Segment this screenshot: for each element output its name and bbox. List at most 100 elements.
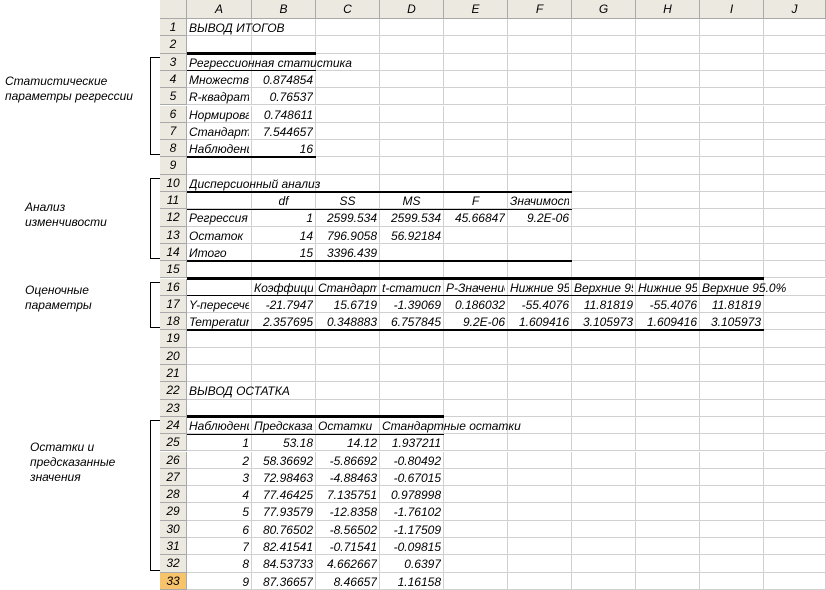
cell-I12[interactable] (700, 209, 764, 227)
cell-E23[interactable] (444, 399, 508, 417)
cell-C15[interactable] (316, 261, 380, 279)
cell-A19[interactable] (187, 330, 252, 348)
cell-D16[interactable] (380, 278, 444, 296)
cell-G32[interactable] (572, 555, 636, 573)
cell-D15[interactable] (380, 261, 444, 279)
cell-C26[interactable] (316, 451, 380, 469)
cell-C20[interactable] (316, 347, 380, 365)
cell-B32[interactable] (252, 555, 316, 573)
row-header-16[interactable]: 16 (160, 278, 187, 296)
cell-G16[interactable] (572, 278, 636, 296)
cell-H5[interactable] (636, 88, 700, 106)
cell-H7[interactable] (636, 122, 700, 141)
cell-A6[interactable] (187, 105, 252, 123)
cell-G20[interactable] (572, 347, 636, 365)
cell-E31[interactable] (444, 538, 508, 556)
cell-I24[interactable] (700, 416, 764, 435)
spreadsheet-grid[interactable]: A B C D E F G H I J 1 ВЫВОД ИТОГОВ 2 3 Регрессионная с… (0, 0, 826, 590)
cell-D25[interactable] (380, 434, 444, 452)
cell-F8[interactable] (508, 140, 572, 158)
cell-A18[interactable] (187, 313, 252, 331)
cell-E4[interactable] (444, 70, 508, 89)
cell-B30[interactable] (252, 520, 316, 538)
cell-B18[interactable] (252, 313, 316, 331)
cell-A15[interactable] (187, 261, 252, 279)
cell-A20[interactable] (187, 347, 252, 365)
column-header-E[interactable]: E (444, 0, 508, 19)
cell-B21[interactable] (252, 365, 316, 383)
cell-D9[interactable] (380, 157, 444, 175)
cell-C32[interactable] (316, 555, 380, 573)
cell-J11[interactable] (764, 192, 826, 210)
cell-G5[interactable] (572, 88, 636, 106)
cell-F22[interactable] (508, 382, 572, 400)
cell-A21[interactable] (187, 365, 252, 383)
cell-D6[interactable] (380, 105, 444, 123)
column-header-A[interactable]: A (187, 0, 252, 19)
cell-B9[interactable] (252, 157, 316, 175)
cell-I21[interactable] (700, 365, 764, 383)
cell-I19[interactable] (700, 330, 764, 348)
cell-H23[interactable] (636, 399, 700, 417)
cell-C13[interactable] (316, 226, 380, 244)
cell-J14[interactable] (764, 243, 826, 262)
cell-D26[interactable] (380, 451, 444, 469)
cell-J16[interactable] (764, 278, 826, 296)
cell-C9[interactable] (316, 157, 380, 175)
cell-A8[interactable] (187, 140, 252, 158)
cell-J7[interactable] (764, 122, 826, 141)
cell-D10[interactable] (380, 174, 444, 192)
cell-J17[interactable] (764, 295, 826, 314)
cell-A32[interactable] (187, 555, 252, 573)
cell-F31[interactable] (508, 538, 572, 556)
row-header-30[interactable]: 30 (160, 520, 187, 538)
cell-C1[interactable] (316, 19, 380, 37)
cell-E33[interactable] (444, 572, 508, 590)
cell-F18[interactable] (508, 313, 572, 331)
row-header-10[interactable]: 10 (160, 174, 187, 192)
cell-G14[interactable] (572, 243, 636, 262)
cell-B12[interactable] (252, 209, 316, 227)
cell-B14[interactable] (252, 243, 316, 262)
cell-E2[interactable] (444, 36, 508, 54)
row-header-21[interactable]: 21 (160, 365, 187, 383)
cell-H27[interactable] (636, 468, 700, 487)
cell-I32[interactable] (700, 555, 764, 573)
column-header-G[interactable]: G (572, 0, 636, 19)
cell-J1[interactable] (764, 19, 826, 37)
cell-D22[interactable] (380, 382, 444, 400)
cell-A25[interactable] (187, 434, 252, 452)
cell-D19[interactable] (380, 330, 444, 348)
cell-D20[interactable] (380, 347, 444, 365)
row-header-28[interactable]: 28 (160, 486, 187, 504)
row-header-12[interactable]: 12 (160, 209, 187, 227)
cell-J21[interactable] (764, 365, 826, 383)
cell-A3[interactable] (187, 53, 252, 71)
cell-E9[interactable] (444, 157, 508, 175)
cell-B11[interactable] (252, 192, 316, 210)
cell-B20[interactable] (252, 347, 316, 365)
cell-I33[interactable] (700, 572, 764, 590)
cell-D28[interactable] (380, 486, 444, 504)
cell-B5[interactable] (252, 88, 316, 106)
cell-H29[interactable] (636, 503, 700, 521)
row-header-22[interactable]: 22 (160, 382, 187, 400)
cell-C17[interactable] (316, 295, 380, 314)
row-header-1[interactable]: 1 (160, 19, 187, 37)
cell-B8[interactable] (252, 140, 316, 158)
cell-F29[interactable] (508, 503, 572, 521)
cell-J15[interactable] (764, 261, 826, 279)
cell-I20[interactable] (700, 347, 764, 365)
cell-H33[interactable] (636, 572, 700, 590)
cell-J3[interactable] (764, 53, 826, 71)
cell-E10[interactable] (444, 174, 508, 192)
cell-D30[interactable] (380, 520, 444, 538)
cell-A26[interactable] (187, 451, 252, 469)
cell-B16[interactable] (252, 278, 316, 296)
cell-C22[interactable] (316, 382, 380, 400)
cell-I17[interactable] (700, 295, 764, 314)
cell-F2[interactable] (508, 36, 572, 54)
cell-I3[interactable] (700, 53, 764, 71)
cell-A11[interactable] (187, 192, 252, 210)
cell-H15[interactable] (636, 261, 700, 279)
